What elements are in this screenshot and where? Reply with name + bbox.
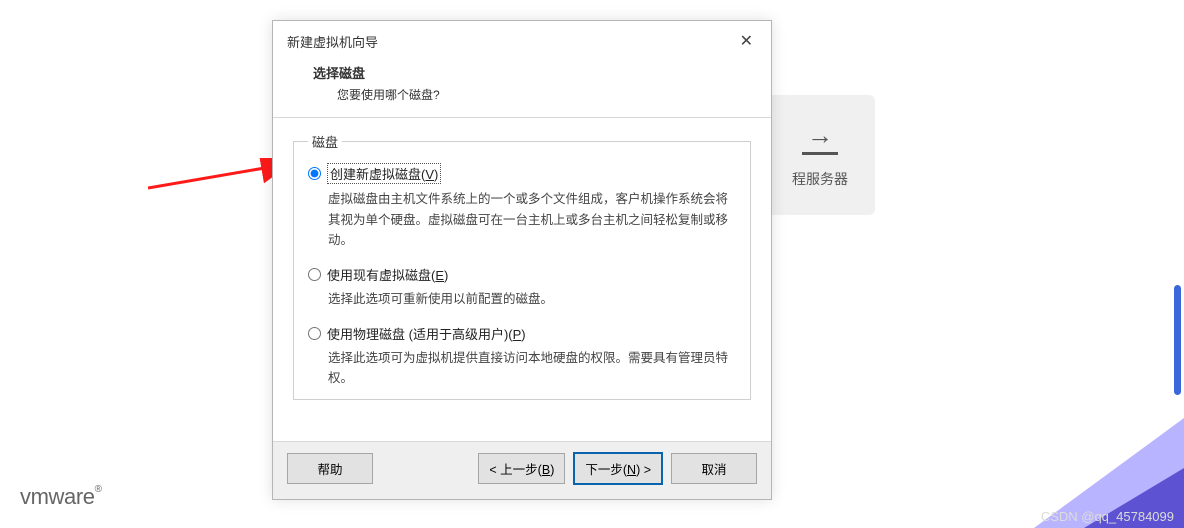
- page-title: 选择磁盘: [313, 63, 757, 82]
- bg-card-connect-server[interactable]: → 程服务器: [765, 95, 875, 215]
- radio-input[interactable]: [308, 327, 321, 340]
- next-button[interactable]: 下一步(N) >: [573, 452, 663, 485]
- option-use-physical-disk: 使用物理磁盘 (适用于高级用户)(P) 选择此选项可为虚拟机提供直接访问本地硬盘…: [308, 324, 736, 389]
- radio-input[interactable]: [308, 167, 321, 180]
- cancel-button[interactable]: 取消: [671, 453, 757, 484]
- radio-create-new-disk[interactable]: 创建新虚拟磁盘(V): [308, 163, 736, 184]
- new-vm-wizard-dialog: 新建虚拟机向导 ✕ 选择磁盘 您要使用哪个磁盘? 磁盘 创建新虚拟磁盘(V) 虚…: [272, 20, 772, 500]
- divider: [802, 152, 838, 155]
- dialog-subheader: 选择磁盘 您要使用哪个磁盘?: [273, 59, 771, 117]
- radio-label: 使用物理磁盘 (适用于高级用户)(P): [327, 324, 526, 343]
- dialog-body: 磁盘 创建新虚拟磁盘(V) 虚拟磁盘由主机文件系统上的一个或多个文件组成，客户机…: [273, 118, 771, 441]
- disk-group: 磁盘 创建新虚拟磁盘(V) 虚拟磁盘由主机文件系统上的一个或多个文件组成，客户机…: [293, 132, 751, 400]
- page-question: 您要使用哪个磁盘?: [337, 86, 757, 103]
- dialog-footer: 帮助 < 上一步(B) 下一步(N) > 取消: [273, 441, 771, 499]
- dialog-title: 新建虚拟机向导: [287, 32, 378, 51]
- watermark: CSDN @qq_45784099: [1041, 509, 1174, 524]
- radio-label: 创建新虚拟磁盘(V): [327, 163, 441, 184]
- option-description: 选择此选项可为虚拟机提供直接访问本地硬盘的权限。需要具有管理员特权。: [328, 348, 736, 389]
- radio-use-existing-disk[interactable]: 使用现有虚拟磁盘(E): [308, 265, 736, 284]
- radio-use-physical-disk[interactable]: 使用物理磁盘 (适用于高级用户)(P): [308, 324, 736, 343]
- dialog-titlebar: 新建虚拟机向导 ✕: [273, 21, 771, 59]
- option-description: 虚拟磁盘由主机文件系统上的一个或多个文件组成，客户机操作系统会将其视为单个硬盘。…: [328, 189, 736, 251]
- scrollbar-thumb[interactable]: [1174, 285, 1181, 395]
- option-create-new-disk: 创建新虚拟磁盘(V) 虚拟磁盘由主机文件系统上的一个或多个文件组成，客户机操作系…: [308, 163, 736, 251]
- radio-input[interactable]: [308, 268, 321, 281]
- vmware-logo: vmware®: [20, 484, 102, 510]
- close-icon[interactable]: ✕: [734, 29, 759, 53]
- arrow-right-icon: →: [807, 122, 833, 148]
- option-description: 选择此选项可重新使用以前配置的磁盘。: [328, 289, 736, 310]
- group-legend: 磁盘: [308, 132, 342, 151]
- help-button[interactable]: 帮助: [287, 453, 373, 484]
- bg-card-label: 程服务器: [792, 169, 848, 189]
- back-button[interactable]: < 上一步(B): [478, 453, 565, 484]
- radio-label: 使用现有虚拟磁盘(E): [327, 265, 448, 284]
- option-use-existing-disk: 使用现有虚拟磁盘(E) 选择此选项可重新使用以前配置的磁盘。: [308, 265, 736, 310]
